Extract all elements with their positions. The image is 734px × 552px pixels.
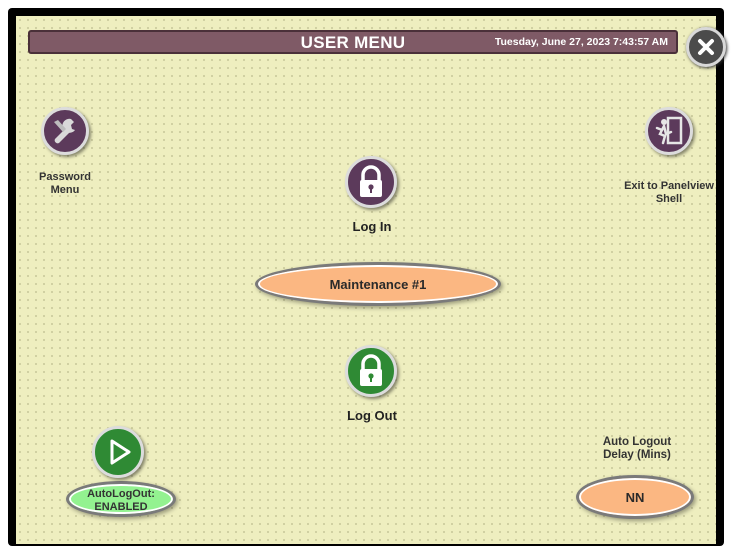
exit-panelview-label-line2: Shell [655,193,683,205]
log-in-label: Log In [352,219,392,234]
auto-logout-toggle-button[interactable] [92,426,144,478]
auto-logout-delay-input[interactable]: NN [576,475,694,519]
password-menu-label: Password Menu [34,171,96,197]
auto-logout-delay-label-line1: Auto Logout [602,436,672,448]
log-out-button[interactable] [345,345,397,397]
exit-panelview-button[interactable] [645,107,693,155]
exit-door-icon [655,116,683,145]
log-in-button[interactable] [345,156,397,208]
auto-logout-delay-label: Auto Logout Delay (Mins) [582,436,692,462]
title-bar: USER MENU Tuesday, June 27, 2023 7:43:57… [28,30,678,54]
auto-logout-status-line2: ENABLED [94,501,148,513]
close-button[interactable] [686,27,726,67]
padlock-unlocked-icon [360,354,382,386]
auto-logout-status-text: AutoLogOut: ENABLED [66,488,176,514]
auto-logout-delay-label-line2: Delay (Mins) [603,449,671,461]
password-menu-label-line2: Menu [50,184,80,196]
exit-panelview-label-line1: Exit to Panelview [624,180,714,192]
exit-panelview-label: Exit to Panelview Shell [615,180,723,206]
log-out-label: Log Out [347,408,397,423]
password-menu-button[interactable] [41,107,89,155]
current-user-field: Maintenance #1 [255,262,501,306]
close-icon [698,39,714,55]
toggle-play-icon [110,439,131,465]
padlock-locked-icon [360,165,382,197]
auto-logout-status-line1: AutoLogOut: [87,488,155,500]
datetime-display: Tuesday, June 27, 2023 7:43:57 AM [494,36,668,48]
password-menu-label-line1: Password [39,171,91,183]
wrench-icon [54,118,75,144]
